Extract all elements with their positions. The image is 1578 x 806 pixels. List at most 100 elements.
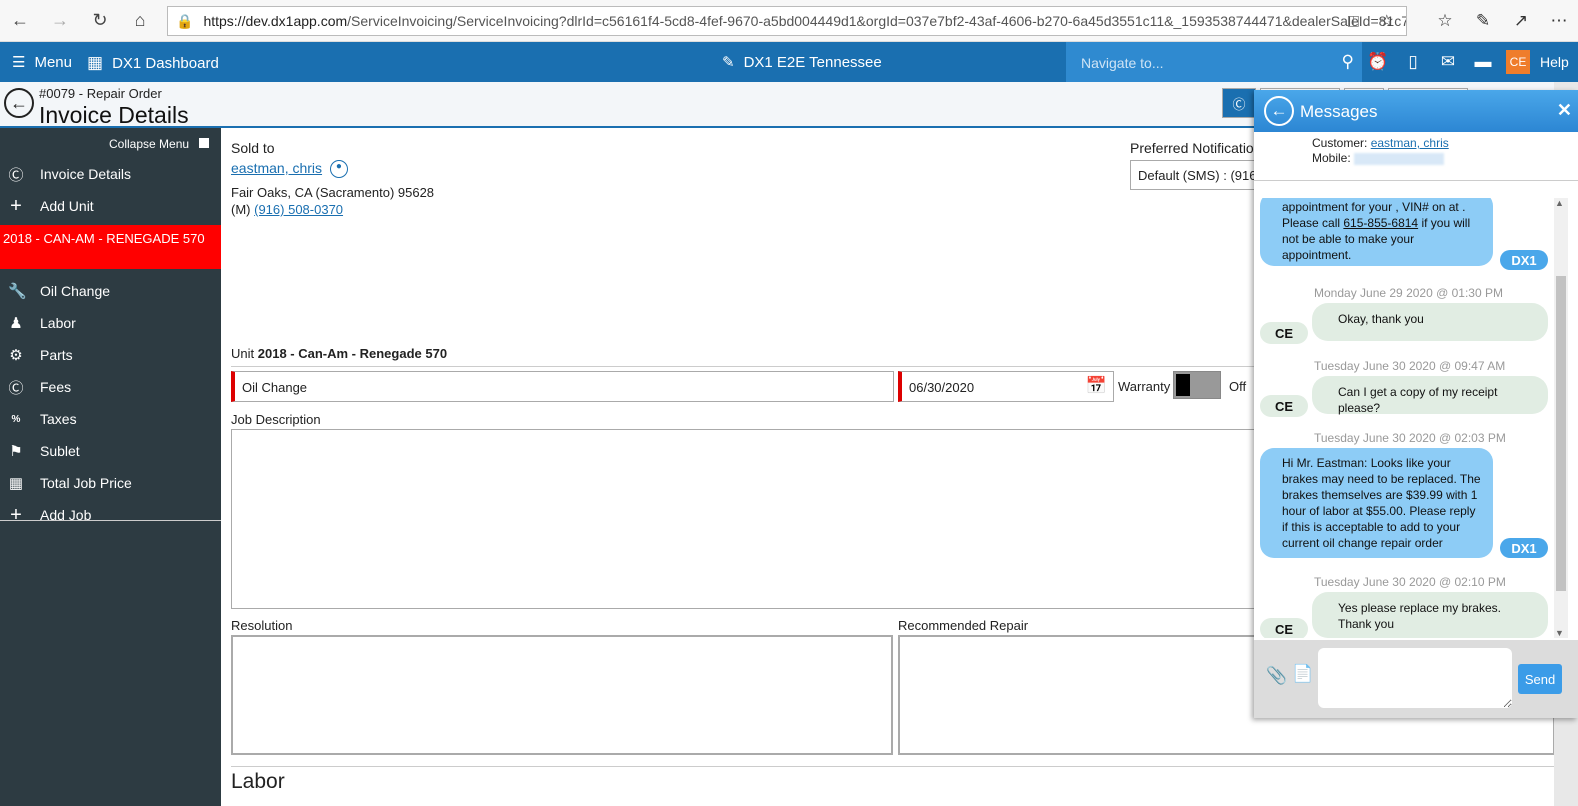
warranty-toggle[interactable] [1173,371,1221,399]
sidebar-item-labor[interactable]: ♟ Labor [0,307,221,339]
message-timestamp: Monday June 29 2020 @ 01:30 PM [1314,286,1503,300]
more-icon[interactable]: ⋯ [1540,11,1578,31]
mobile-phone-icon[interactable]: ▯ [1401,52,1425,72]
sold-to-block: Sold to eastman, chris ● [231,140,348,179]
user-avatar[interactable]: CE [1506,50,1530,74]
unit-value: 2018 - Can-Am - Renegade 570 [257,346,448,361]
unit-label: Unit [231,346,255,361]
back-arrow-icon[interactable]: ← [0,0,40,42]
resolution-label: Resolution [231,618,293,633]
messages-divider [1254,180,1578,181]
mobile-label: Mobile: [1312,151,1351,165]
warranty-state: Off [1229,379,1247,394]
message-thread[interactable]: appointment for your , VIN# on at . Plea… [1254,198,1556,638]
menu-label: Menu [34,53,72,71]
messages-customer-link[interactable]: eastman, chris [1371,136,1449,150]
messages-scrollbar[interactable]: ▲ ▼ [1554,198,1568,638]
sidebar-item-invoice-details[interactable]: Ⓒ Invoice Details [0,158,221,190]
home-icon[interactable]: ⌂ [120,0,160,42]
alarm-clock-icon[interactable]: ⏰ [1366,52,1390,72]
refresh-icon[interactable]: ↻ [80,0,120,42]
navigate-search[interactable]: Navigate to... ⚲ [1066,42,1362,82]
customer-link[interactable]: eastman, chris [231,160,322,176]
sidebar-item-sublet[interactable]: ⚑ Sublet [0,435,221,467]
customer-label: Customer: [1312,136,1368,150]
sidebar: Collapse Menu Ⓒ Invoice Details + Add Un… [0,128,221,806]
document-icon[interactable]: 📄 [1292,664,1313,684]
job-description-label: Job Description [231,412,321,427]
search-icon[interactable]: ⚲ [1342,52,1354,72]
labor-divider [231,766,1556,767]
forward-arrow-icon[interactable]: → [40,0,80,42]
job-description-textarea[interactable] [231,429,1261,609]
preferred-notification-select[interactable]: Default (SMS) : (916) [1130,160,1260,190]
phone-link[interactable]: (916) 508-0370 [254,202,343,217]
store-selector[interactable]: ✎ DX1 E2E Tennessee [722,53,882,72]
message-bubble-icon[interactable]: ● [329,160,348,179]
payment-button[interactable]: Ⓒ [1222,88,1256,118]
message-input[interactable] [1318,648,1512,708]
navigate-placeholder: Navigate to... [1081,55,1164,71]
workers-icon: ♟ [9,315,23,332]
sidebar-item-parts[interactable]: ⚙ Parts [0,339,221,371]
scroll-up-icon[interactable]: ▲ [1555,198,1564,208]
sidebar-item-label: Invoice Details [40,166,132,182]
menu-button[interactable]: ☰ Menu [12,53,72,72]
pen-icon[interactable]: ✎ [1464,11,1502,31]
favorite-star-icon[interactable]: ☆ [1380,11,1394,31]
message-phone-link[interactable]: 615-855-6814 [1343,216,1418,230]
top-navbar: ☰ Menu ▦ DX1 Dashboard ✎ DX1 E2E Tenness… [0,42,1578,82]
phone-prefix: (M) [231,202,251,217]
sidebar-item-add-job[interactable]: + Add Job [0,499,221,531]
toggle-knob [1176,374,1190,396]
tax-icon: % [11,413,21,425]
collapse-menu-button[interactable]: Collapse Menu [0,128,221,158]
url-host: https://dev.dx1app.com [203,13,348,29]
sidebar-item-add-unit[interactable]: + Add Unit [0,190,221,222]
reader-view-icon[interactable]: ◫ [1347,12,1360,29]
scroll-thumb[interactable] [1556,276,1566,591]
calendar-icon[interactable]: 📅 [1086,376,1107,396]
collapse-label: Collapse Menu [109,137,190,151]
close-icon[interactable]: ✕ [1557,100,1572,121]
sidebar-item-total-job-price[interactable]: ▦ Total Job Price [0,467,221,499]
message-bubble-ce: Can I get a copy of my receipt please? [1312,376,1548,415]
message-composer: 📎 📄 Send [1254,640,1578,718]
sidebar-item-label: Taxes [40,411,77,427]
favorites-list-icon[interactable]: ☆ [1426,11,1464,31]
labor-heading: Labor [231,770,285,793]
plus-icon: + [10,503,22,526]
send-button[interactable]: Send [1518,664,1562,694]
sidebar-divider [0,520,221,521]
messages-customer-info: Customer: eastman, chris Mobile: [1312,136,1449,166]
dollar-circle-icon: Ⓒ [8,166,24,184]
url-path: /ServiceInvoicing/ServiceInvoicing?dlrId… [347,13,1407,29]
job-name-input[interactable]: Oil Change [231,371,894,402]
sidebar-item-label: Total Job Price [40,475,132,491]
sidebar-item-label: Parts [40,347,73,363]
scroll-down-icon[interactable]: ▼ [1555,628,1564,638]
sold-to-label: Sold to [231,140,275,156]
chat-icon[interactable]: ▬ [1471,52,1495,72]
sidebar-item-label: Oil Change [40,283,111,299]
mail-icon[interactable]: ✉ [1436,52,1460,72]
sidebar-item-fees[interactable]: Ⓒ Fees [0,371,221,403]
share-icon[interactable]: ↗ [1502,11,1540,31]
job-date-input[interactable]: 06/30/2020 📅 [898,371,1114,402]
sidebar-item-oil-change[interactable]: 🔧 Oil Change [0,275,221,307]
dashboard-link[interactable]: ▦ DX1 Dashboard [87,53,219,73]
customer-address: Fair Oaks, CA (Sacramento) 95628 (M) (91… [231,184,434,218]
dollar-icon: Ⓒ [1232,96,1246,112]
message-timestamp: Tuesday June 30 2020 @ 02:03 PM [1314,431,1506,445]
paperclip-icon[interactable]: 📎 [1266,666,1287,686]
sidebar-item-taxes[interactable]: % Taxes [0,403,221,435]
resolution-textarea[interactable] [231,635,893,755]
help-link[interactable]: Help [1540,54,1569,70]
page-title: Invoice Details [39,102,189,128]
address-bar[interactable]: 🔒 https://dev.dx1app.com/ServiceInvoicin… [167,6,1407,36]
browser-tools: ☆ ✎ ↗ ⋯ [1426,0,1578,42]
wrench-icon: 🔧 [8,283,27,300]
back-circle-icon[interactable]: ← [1264,96,1294,126]
sidebar-active-unit[interactable]: 2018 - CAN-AM - RENEGADE 570 [0,225,221,269]
back-circle-icon[interactable]: ← [4,88,34,118]
